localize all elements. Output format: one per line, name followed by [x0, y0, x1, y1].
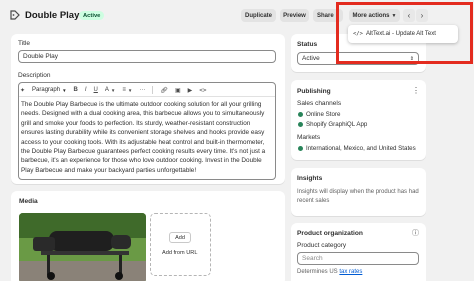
description-label: Description — [18, 72, 51, 79]
previous-product-button[interactable]: ‹ — [403, 9, 415, 22]
share-label: Share — [317, 12, 334, 19]
tax-note: Determines US tax rates — [297, 269, 362, 275]
toolbar-divider — [19, 96, 275, 97]
status-select[interactable]: Active ⇕ — [297, 52, 419, 65]
duplicate-button[interactable]: Duplicate — [241, 9, 276, 22]
code-view-icon[interactable]: <> — [199, 87, 206, 94]
channel-item: Online Store — [306, 111, 341, 118]
video-icon[interactable]: ▶ — [188, 87, 193, 94]
media-drop-zone[interactable] — [150, 213, 211, 276]
rich-text-toolbar: ✦ Paragraph ▼ B I U A ▼ ≡ ▼ ··· 🔗︎ ▣ ▶ <… — [18, 84, 276, 96]
channel-active-dot — [298, 112, 303, 117]
menu-item-label: AltText.ai - Update Alt Text — [365, 31, 436, 37]
title-input[interactable]: Double Play — [18, 50, 276, 63]
product-tag-icon[interactable] — [10, 9, 20, 21]
chevron-down-icon: ▼ — [127, 87, 133, 93]
media-title: Media — [19, 198, 38, 205]
chevron-updown-icon: ⇕ — [409, 55, 414, 62]
organization-title: Product organization — [297, 230, 363, 237]
add-from-url-link[interactable]: Add from URL — [162, 250, 197, 256]
toolbar-separator — [152, 86, 154, 94]
product-image[interactable] — [19, 213, 146, 281]
text-color-button[interactable]: A — [105, 87, 109, 93]
channel-active-dot — [298, 122, 303, 127]
more-actions-menu-item[interactable]: </> AltText.ai - Update Alt Text — [348, 25, 458, 43]
status-badge: Active — [79, 11, 105, 20]
paragraph-label: Paragraph — [32, 87, 61, 93]
publishing-title: Publishing — [297, 88, 331, 95]
chevron-down-icon: ▼ — [391, 12, 397, 19]
status-value: Active — [302, 55, 320, 62]
title-value: Double Play — [23, 53, 59, 60]
add-media-button[interactable]: Add — [169, 232, 191, 243]
title-label: Title — [18, 40, 31, 47]
search-placeholder: Search — [302, 255, 323, 262]
more-horizontal-icon[interactable]: ··· — [139, 87, 145, 93]
ai-sparkle-icon[interactable]: ✦ — [20, 87, 25, 94]
description-text: The Double Play Barbecue is the ultimate… — [21, 101, 266, 174]
markets-value: International, Mexico, and United States — [306, 145, 416, 152]
more-actions-button[interactable]: More actions ▼ — [349, 9, 400, 22]
paragraph-select[interactable]: Paragraph ▼ — [32, 87, 67, 93]
bold-button[interactable]: B — [74, 87, 78, 93]
next-product-button[interactable]: › — [416, 9, 428, 22]
image-icon[interactable]: ▣ — [175, 87, 181, 94]
info-icon[interactable]: ⓘ — [412, 228, 419, 238]
underline-button[interactable]: U — [94, 87, 98, 93]
markets-label: Markets — [297, 134, 321, 141]
channel-item: Shopify GraphiQL App — [306, 121, 368, 128]
link-icon[interactable]: 🔗︎ — [160, 87, 168, 94]
status-title: Status — [297, 41, 318, 48]
category-label: Product category — [297, 242, 347, 249]
tax-rates-link[interactable]: tax rates — [339, 269, 362, 275]
chevron-down-icon: ▼ — [110, 87, 116, 93]
code-icon: </> — [353, 31, 363, 37]
share-button[interactable]: Share — [313, 9, 343, 22]
italic-button[interactable]: I — [85, 87, 87, 93]
more-actions-label: More actions — [352, 12, 390, 19]
sales-channels-label: Sales channels — [297, 100, 342, 107]
chevron-down-icon: ▼ — [62, 87, 67, 93]
preview-button[interactable]: Preview — [280, 9, 309, 22]
category-search-input[interactable]: Search — [297, 252, 419, 265]
more-options-icon[interactable]: ⋮ — [412, 86, 420, 95]
grill-image — [19, 213, 146, 281]
tax-note-prefix: Determines US — [297, 269, 340, 275]
insights-text: Insights will display when the product h… — [297, 189, 419, 204]
market-active-dot — [298, 146, 303, 151]
page-title: Double Play — [25, 10, 80, 21]
insights-title: Insights — [297, 175, 323, 182]
align-icon[interactable]: ≡ — [122, 87, 126, 93]
